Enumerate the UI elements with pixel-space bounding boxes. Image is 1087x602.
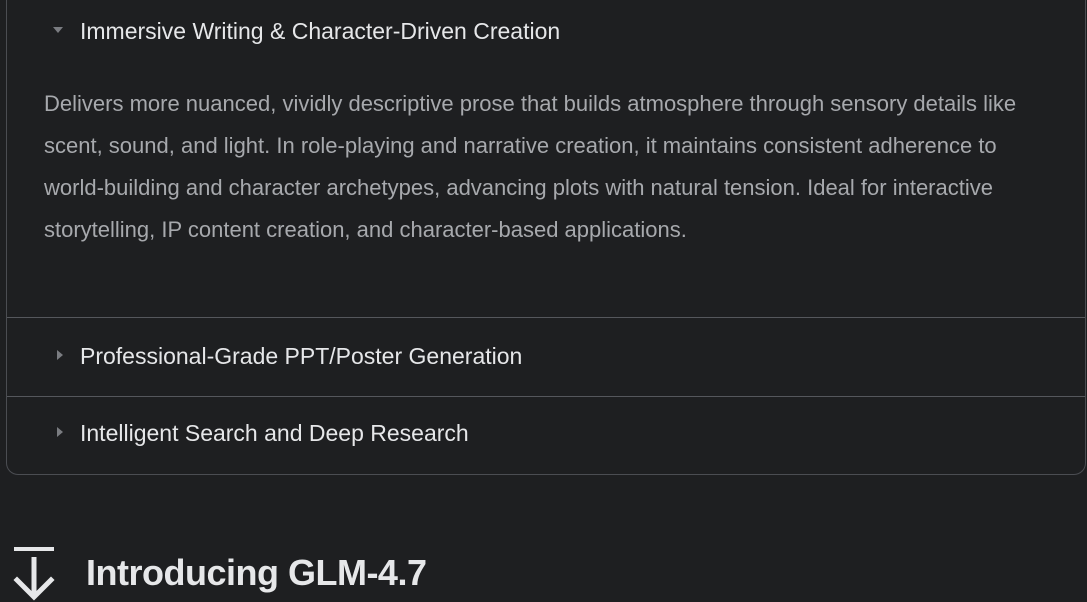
accordion-header-search-research[interactable]: Intelligent Search and Deep Research (7, 414, 1085, 454)
caret-right-icon (57, 350, 63, 360)
accordion-item-search-research: Intelligent Search and Deep Research (7, 397, 1085, 474)
accordion-header-ppt-poster[interactable]: Professional-Grade PPT/Poster Generation (7, 337, 1085, 377)
accordion-item-ppt-poster: Professional-Grade PPT/Poster Generation (7, 318, 1085, 397)
accordion-title: Professional-Grade PPT/Poster Generation (80, 343, 523, 369)
caret-down-icon (53, 27, 63, 33)
page-title: Introducing GLM-4.7 (86, 552, 427, 593)
download-icon (13, 547, 55, 601)
accordion-title: Immersive Writing & Character-Driven Cre… (80, 18, 561, 44)
caret-right-icon (57, 427, 63, 437)
accordion-header-immersive-writing[interactable]: Immersive Writing & Character-Driven Cre… (7, 12, 1085, 52)
feature-accordion: Immersive Writing & Character-Driven Cre… (6, 0, 1086, 475)
page: Immersive Writing & Character-Driven Cre… (0, 0, 1087, 602)
accordion-title: Intelligent Search and Deep Research (80, 420, 469, 446)
section-heading: Introducing GLM-4.7 (12, 545, 612, 602)
accordion-item-immersive-writing: Immersive Writing & Character-Driven Cre… (7, 0, 1085, 318)
accordion-body-text: Delivers more nuanced, vividly descripti… (44, 91, 1017, 242)
